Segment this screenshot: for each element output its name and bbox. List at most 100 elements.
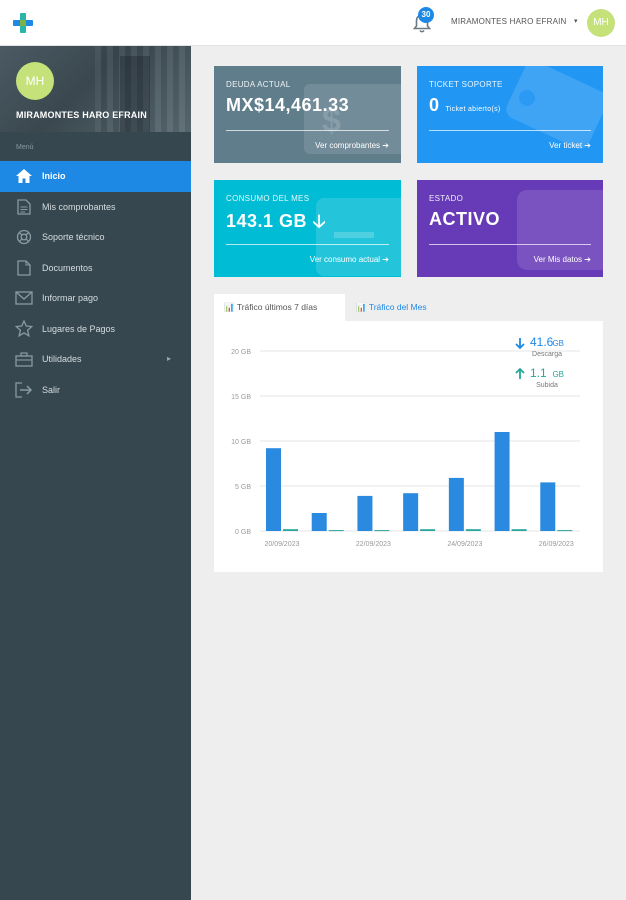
- card-decoration-bar: [334, 232, 374, 238]
- envelope-icon: [15, 290, 33, 306]
- estado-card: ESTADO ACTIVO Ver Mis datos ➔: [417, 180, 603, 277]
- deuda-title: DEUDA ACTUAL: [226, 80, 291, 89]
- header-background-shadow: [120, 56, 150, 132]
- estado-title: ESTADO: [429, 194, 464, 203]
- card-divider: [226, 244, 389, 245]
- top-bar: 30 MIRAMONTES HARO EFRAIN ▾ MH: [0, 0, 626, 46]
- ver-consumo-link[interactable]: Ver consumo actual ➔: [310, 255, 389, 264]
- link-label: Ver Mis datos: [533, 255, 583, 264]
- arrow-up-icon: [515, 367, 525, 379]
- total-value: 41.6: [530, 335, 554, 349]
- card-divider: [226, 130, 389, 131]
- bar-subida: [420, 529, 436, 531]
- traffic-chart: 0 GB 5 GB 10 GB 15 GB 20 GB 20/09/2023 22/09/2…: [231, 335, 580, 548]
- bar-subida: [374, 530, 390, 532]
- arrow-right-icon: ➔: [382, 255, 389, 264]
- sidebar: MH MIRAMONTES HARO EFRAIN Menú Inicio Mi…: [0, 46, 191, 900]
- ticket-sub-label: Ticket abierto(s): [445, 106, 501, 113]
- notification-badge: 30: [418, 7, 434, 23]
- arrow-down-icon: 🡣: [312, 211, 326, 231]
- lifebuoy-icon: [15, 229, 33, 245]
- sidebar-item-label: Inicio: [42, 171, 66, 182]
- sidebar-item-mis-comprobantes[interactable]: Mis comprobantes: [0, 192, 191, 223]
- caret-down-icon[interactable]: ▾: [574, 17, 578, 25]
- sidebar-item-label: Utilidades: [42, 354, 82, 365]
- bar-descarga: [494, 432, 510, 531]
- deuda-card: $ DEUDA ACTUAL MX$14,461.33 Ver comproba…: [214, 66, 401, 163]
- x-tick-label: 24/09/2023: [447, 541, 482, 548]
- link-label: Ver ticket: [549, 141, 583, 150]
- total-value: 1.1: [530, 366, 547, 380]
- user-avatar[interactable]: MH: [587, 9, 615, 37]
- toolbox-icon: [15, 351, 33, 367]
- ticket-value-row: 0 Ticket abierto(s): [429, 95, 501, 116]
- arrow-right-icon: ➔: [382, 141, 389, 150]
- ticket-count: 0: [429, 95, 440, 115]
- ticket-card: TICKET SOPORTE 0 Ticket abierto(s) Ver ti…: [417, 66, 603, 163]
- sidebar-item-label: Lugares de Pagos: [42, 323, 116, 334]
- bar-descarga: [266, 448, 281, 531]
- y-tick-label: 15 GB: [231, 394, 251, 401]
- bar-descarga: [540, 482, 556, 531]
- sidebar-item-documentos[interactable]: Documentos: [0, 253, 191, 284]
- chevron-right-icon: ▸: [166, 354, 171, 363]
- card-divider: [429, 244, 591, 245]
- bar-descarga: [403, 493, 419, 531]
- bar-descarga: [448, 477, 464, 531]
- sidebar-item-salir[interactable]: Salir: [0, 375, 191, 406]
- link-label: Ver consumo actual: [309, 255, 381, 264]
- sidebar-item-label: Soporte técnico: [42, 232, 105, 243]
- file-icon: [15, 260, 33, 276]
- bar-subida: [465, 529, 481, 531]
- ticket-title: TICKET SOPORTE: [429, 80, 503, 89]
- estado-value: ACTIVO: [429, 209, 501, 229]
- logout-icon: [15, 382, 33, 398]
- star-icon: [15, 320, 33, 338]
- consumo-value: 143.1 GB: [226, 211, 308, 231]
- arrow-right-icon: ➔: [584, 255, 591, 264]
- bar-subida: [328, 530, 344, 532]
- x-tick-label: 26/09/2023: [539, 541, 574, 548]
- x-tick-label: 20/09/2023: [264, 541, 299, 548]
- bar-descarga: [357, 495, 373, 531]
- tab-trafico-mes[interactable]: 📊 Tráfico del Mes: [346, 294, 437, 321]
- menu-section-label: Menú: [16, 144, 34, 151]
- x-tick-label: 22/09/2023: [356, 541, 391, 548]
- sidebar-item-label: Informar pago: [42, 293, 99, 304]
- sidebar-avatar: MH: [16, 62, 54, 100]
- bar-subida: [511, 529, 527, 531]
- ver-ticket-link[interactable]: Ver ticket ➔: [549, 141, 591, 150]
- sidebar-nav: Inicio Mis comprobantes Soporte técnico …: [0, 161, 191, 405]
- ver-comprobantes-link[interactable]: Ver comprobantes ➔: [315, 141, 389, 150]
- consumo-value-row: 143.1 GB 🡣: [226, 209, 326, 239]
- sidebar-item-utilidades[interactable]: Utilidades ▸: [0, 344, 191, 375]
- sidebar-item-informar-pago[interactable]: Informar pago: [0, 283, 191, 314]
- tab-label: Tráfico últimos 7 días: [236, 302, 318, 312]
- card-divider: [429, 130, 591, 131]
- tab-trafico-7-dias[interactable]: 📊 Tráfico últimos 7 días: [214, 294, 345, 321]
- sidebar-item-label: Salir: [42, 384, 61, 395]
- sidebar-user-name: MIRAMONTES HARO EFRAIN: [16, 110, 147, 120]
- document-icon: [15, 199, 33, 215]
- tab-label: Tráfico del Mes: [368, 302, 427, 312]
- consumo-title: CONSUMO DEL MES: [226, 194, 310, 203]
- y-tick-label: 5 GB: [235, 484, 251, 491]
- sidebar-item-label: Mis comprobantes: [42, 201, 116, 212]
- sidebar-item-lugares-de-pagos[interactable]: Lugares de Pagos: [0, 314, 191, 345]
- chart-icon: 📊: [224, 302, 235, 312]
- total-unit: GB: [552, 339, 564, 348]
- ver-mis-datos-link[interactable]: Ver Mis datos ➔: [534, 255, 591, 264]
- user-menu-name[interactable]: MIRAMONTES HARO EFRAIN: [451, 17, 567, 26]
- bar-subida: [283, 529, 298, 531]
- deuda-value: MX$14,461.33: [226, 95, 350, 115]
- arrow-down-icon: [515, 338, 525, 350]
- bar-subida: [557, 530, 573, 532]
- sidebar-item-label: Documentos: [42, 262, 93, 273]
- sidebar-item-soporte-tecnico[interactable]: Soporte técnico: [0, 222, 191, 253]
- tag-hole-decoration: [519, 90, 535, 106]
- arrow-right-icon: ➔: [584, 141, 591, 150]
- logo-icon[interactable]: [13, 13, 33, 33]
- sidebar-item-inicio[interactable]: Inicio: [0, 161, 191, 192]
- sidebar-profile-header: MH MIRAMONTES HARO EFRAIN: [0, 46, 191, 132]
- bar-descarga: [311, 513, 327, 531]
